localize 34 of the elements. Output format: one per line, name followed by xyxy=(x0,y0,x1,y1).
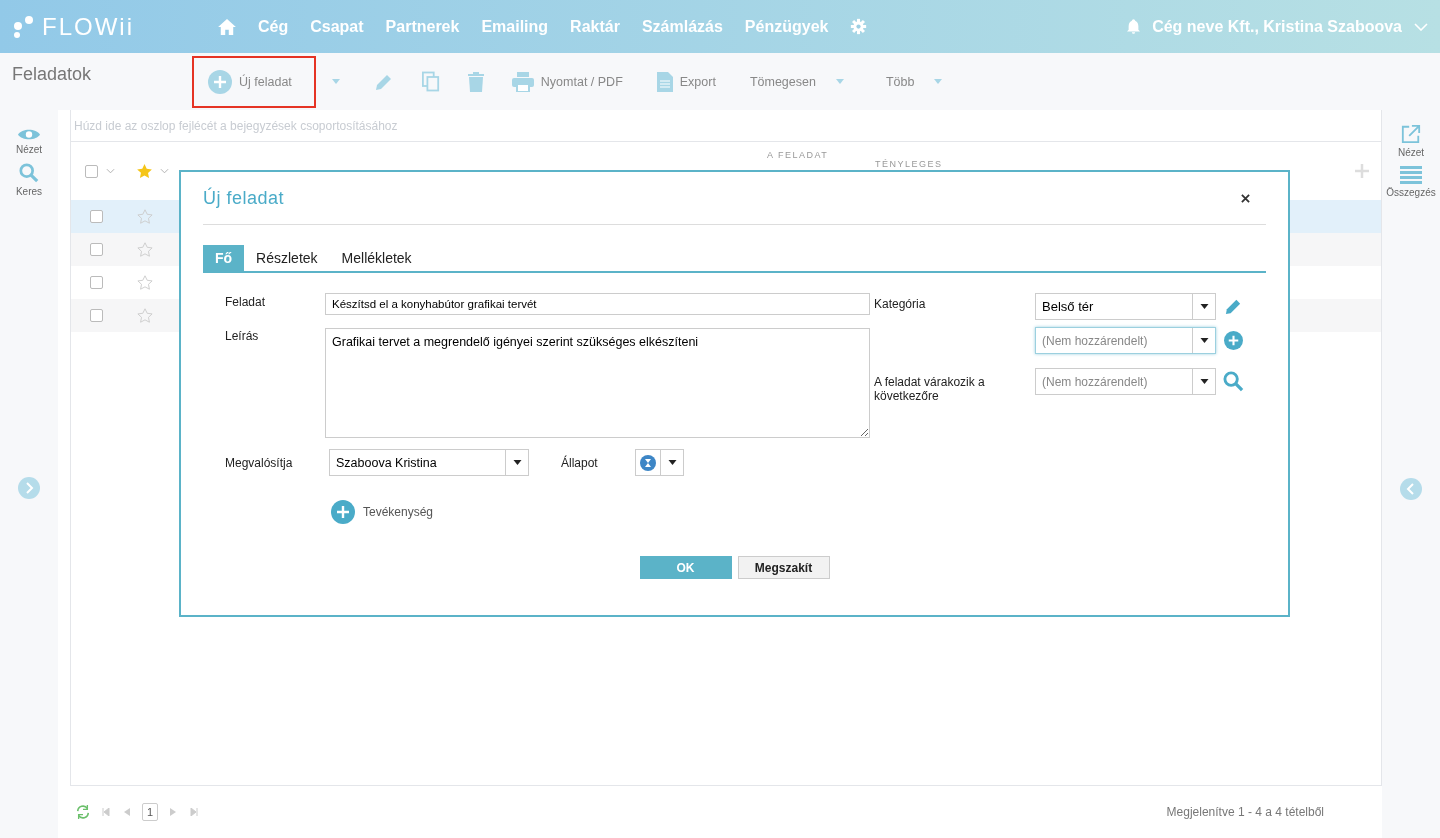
record-summary: Megjelenítve 1 - 4 a 4 tételből xyxy=(1166,805,1324,819)
dialog-title: Új feladat xyxy=(203,187,285,209)
description-textarea[interactable]: Grafikai tervet a megrendelő igényei szerint szükséges elkészíteni xyxy=(325,328,870,438)
field-label: Megvalósítja xyxy=(225,455,294,470)
waits-for-select[interactable]: (Nem hozzárendelt) xyxy=(1035,368,1216,395)
bulk-dropdown[interactable]: Tömegesen xyxy=(749,74,844,89)
cancel-button[interactable]: Megszakít xyxy=(737,556,830,579)
export-button[interactable]: Export xyxy=(656,71,716,92)
side-tool[interactable]: Keres xyxy=(15,163,43,197)
tab[interactable]: Fő xyxy=(203,245,245,271)
side-tool[interactable]: Nézet xyxy=(15,128,43,155)
category-select[interactable]: Belső tér xyxy=(1035,293,1216,320)
app-logo[interactable]: FLOWii xyxy=(42,12,134,41)
side-tool[interactable]: Nézet xyxy=(1397,124,1425,158)
ok-button[interactable]: OK xyxy=(639,556,732,579)
field-label: A feladat várakozik a következőre xyxy=(873,374,986,405)
field-label: Állapot xyxy=(561,455,599,470)
field-label: Kategória xyxy=(873,296,927,313)
page-number[interactable]: 1 xyxy=(142,803,159,821)
page-title: Feladatok xyxy=(11,64,93,86)
more-dropdown[interactable]: Több xyxy=(885,74,943,89)
linked-select[interactable]: (Nem hozzárendelt) xyxy=(1035,327,1216,354)
field-label: Feladat xyxy=(225,294,267,311)
column-header[interactable]: A FELADAT xyxy=(767,150,867,160)
side-tool[interactable]: Összegzés xyxy=(1386,166,1436,198)
add-activity-button[interactable]: Tevékenység xyxy=(331,500,434,524)
field-label: Leírás xyxy=(225,328,260,345)
print-button[interactable]: Nyomtat / PDF xyxy=(511,71,623,92)
column-header[interactable]: TÉNYLEGES xyxy=(875,159,975,169)
task-input[interactable]: Készítsd el a konyhabútor grafikai tervét xyxy=(325,293,870,315)
new-task-button[interactable]: Új feladat xyxy=(192,55,316,108)
tab[interactable]: Mellékletek xyxy=(329,245,424,271)
assignee-select[interactable]: Szaboova Kristina xyxy=(329,449,529,476)
tab[interactable]: Részletek xyxy=(244,245,330,271)
